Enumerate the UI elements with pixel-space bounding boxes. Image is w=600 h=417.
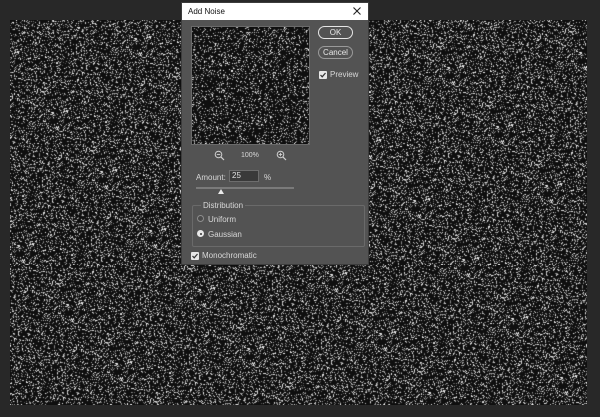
preview-thumbnail[interactable] xyxy=(191,26,310,145)
gaussian-radio[interactable] xyxy=(197,230,204,237)
uniform-radio[interactable] xyxy=(197,215,204,222)
uniform-label[interactable]: Uniform xyxy=(208,215,236,224)
add-noise-dialog: Add Noise OK Cancel Preview 100% Amount:… xyxy=(181,2,369,265)
dialog-titlebar[interactable]: Add Noise xyxy=(182,3,368,20)
zoom-level: 100% xyxy=(241,152,259,159)
zoom-in-button[interactable] xyxy=(276,150,287,163)
checkmark-icon xyxy=(320,72,326,78)
zoom-out-icon xyxy=(214,150,225,161)
monochromatic-label[interactable]: Monochromatic xyxy=(202,251,257,260)
monochromatic-checkbox[interactable] xyxy=(191,252,199,260)
preview-checkbox[interactable] xyxy=(319,71,327,79)
amount-slider-track[interactable] xyxy=(196,187,294,189)
ok-button[interactable]: OK xyxy=(318,26,353,39)
gaussian-label[interactable]: Gaussian xyxy=(208,230,242,239)
cancel-button[interactable]: Cancel xyxy=(318,46,353,59)
dialog-title: Add Noise xyxy=(188,7,225,16)
distribution-group xyxy=(192,205,365,247)
amount-slider-thumb[interactable] xyxy=(217,189,224,194)
preview-label[interactable]: Preview xyxy=(330,70,358,79)
preview-noise-image xyxy=(192,27,309,144)
amount-unit: % xyxy=(264,173,272,182)
amount-label: Amount: xyxy=(196,173,226,182)
close-icon xyxy=(353,7,361,15)
amount-input[interactable]: 25 xyxy=(229,170,259,182)
distribution-label: Distribution xyxy=(201,201,246,210)
close-button[interactable] xyxy=(350,4,364,18)
zoom-out-button[interactable] xyxy=(214,150,225,163)
checkmark-icon xyxy=(192,253,198,259)
zoom-in-icon xyxy=(276,150,287,161)
